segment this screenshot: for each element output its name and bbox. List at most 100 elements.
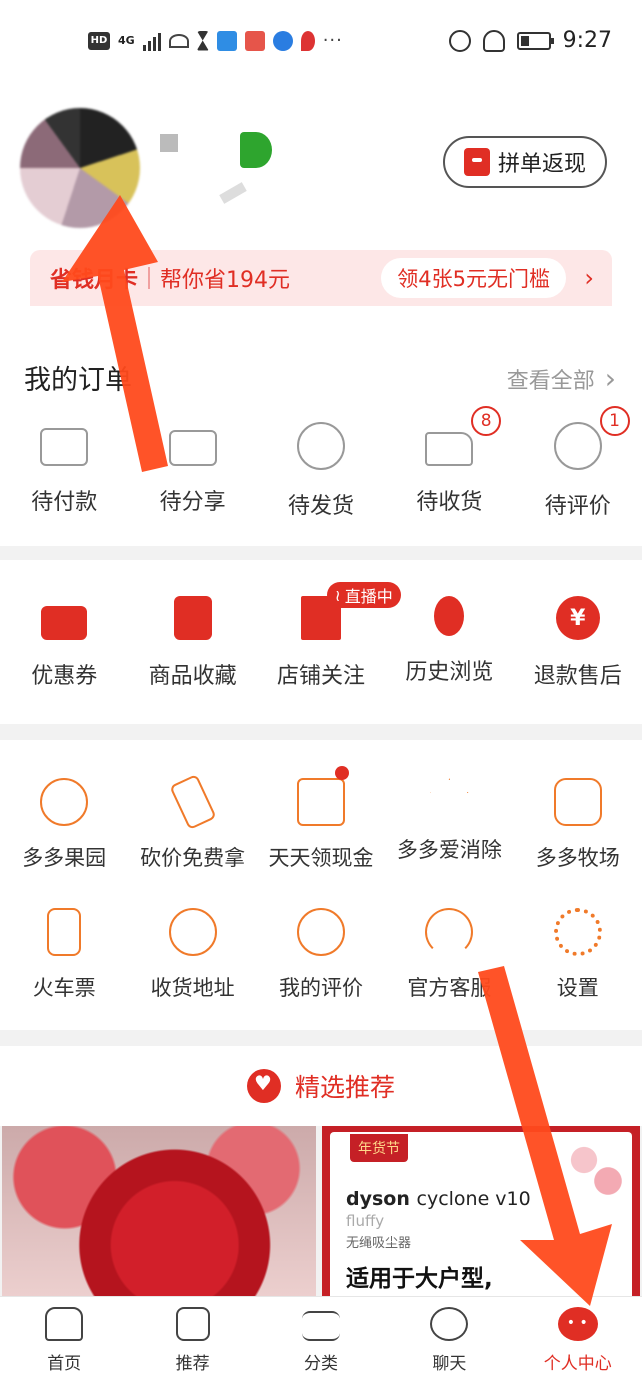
tab-label: 首页 (47, 1354, 82, 1374)
pixel-block (160, 134, 178, 152)
my-reviews-entry[interactable]: 我的评价 (257, 904, 385, 1002)
view-all-orders-link[interactable]: 查看全部 › (507, 362, 616, 395)
wallet-icon (40, 428, 89, 466)
tools-row-2: 火车票 收货地址 我的评价 官方客服 设置 (0, 904, 642, 1002)
comment-icon (296, 908, 345, 956)
tool-label: 火车票 (32, 976, 96, 1000)
product-card-strawberry[interactable] (2, 1126, 316, 1296)
product-variant: fluffy (346, 1212, 385, 1230)
service-label: 优惠券 (31, 664, 98, 689)
chevron-right-icon: › (584, 264, 594, 292)
group-refund-button[interactable]: 拼单返现 (443, 136, 607, 188)
my-orders-card: 我的订单 查看全部 › 待付款 待分享 待发货 8 待收货 1 待评价 (0, 336, 642, 546)
customer-service-entry[interactable]: 官方客服 (385, 904, 513, 1002)
cash-envelope-icon (296, 778, 345, 826)
services-row: 优惠券 商品收藏 ≀ 直播中 店铺关注 历史浏览 ¥ 退款售后 (0, 582, 642, 690)
saving-card-name: 省钱月卡 (50, 268, 139, 293)
bottom-tab-bar: 首页 推荐 分类 聊天 个人中心 (0, 1296, 642, 1374)
app-notification-icon (244, 30, 265, 51)
hourglass-icon (196, 30, 209, 51)
headset-icon (425, 908, 474, 956)
order-pending-receipt[interactable]: 8 待收货 (385, 406, 513, 520)
divider (148, 267, 151, 289)
red-envelope-icon (463, 148, 490, 176)
order-status-label: 待收货 (416, 490, 483, 515)
daily-cash-entry[interactable]: 天天领现金 (257, 766, 385, 872)
wifi-icon (168, 33, 189, 48)
tab-category[interactable]: 分类 (257, 1297, 385, 1374)
clock-time: 9:27 (562, 28, 612, 53)
username-blurred[interactable] (160, 128, 280, 208)
coupons-entry[interactable]: 优惠券 (0, 596, 128, 690)
tool-label: 多多牧场 (535, 846, 620, 870)
recommend-title: 精选推荐 (294, 1073, 395, 1102)
more-notifications-icon: ··· (322, 30, 343, 51)
match-game-entry[interactable]: 多多爱消除 (385, 774, 513, 872)
badge-icon (240, 132, 272, 168)
gear-icon (553, 908, 602, 956)
followed-stores-entry[interactable]: ≀ 直播中 店铺关注 (257, 582, 401, 690)
order-pending-shipment[interactable]: 待发货 (257, 418, 385, 520)
pixel-block (219, 182, 247, 204)
order-pending-payment[interactable]: 待付款 (0, 418, 128, 520)
saving-card-banner[interactable]: 省钱月卡 帮你省194元 领4张5元无门槛 › (30, 250, 612, 306)
profile-header: 拼单返现 省钱月卡 帮你省194元 领4张5元无门槛 › (0, 86, 642, 336)
tool-label: 多多果园 (22, 846, 107, 870)
service-label: 历史浏览 (405, 660, 494, 685)
tab-chat[interactable]: 聊天 (385, 1297, 513, 1374)
product-slogan: 适用于大户型, (346, 1266, 493, 1292)
order-status-row: 待付款 待分享 待发货 8 待收货 1 待评价 (0, 406, 642, 520)
browse-history-entry[interactable]: 历史浏览 (385, 596, 513, 690)
battery-icon (516, 31, 554, 50)
status-bar: HD 4G ··· 9:27 (0, 0, 642, 86)
refund-aftersale-entry[interactable]: ¥ 退款售后 (514, 596, 642, 690)
address-entry[interactable]: 收货地址 (128, 904, 256, 1002)
orchard-entry[interactable]: 多多果园 (0, 774, 128, 872)
tools-row-1: 多多果园 砍价免费拿 天天领现金 多多爱消除 多多牧场 (0, 766, 642, 872)
saving-card-text: 帮你省194元 (160, 268, 291, 293)
recommend-header: 精选推荐 (0, 1046, 642, 1126)
product-desc: 无绳吸尘器 (346, 1236, 412, 1251)
cow-icon (553, 778, 602, 826)
settings-entry[interactable]: 设置 (514, 904, 642, 1002)
tab-profile[interactable]: 个人中心 (514, 1297, 642, 1374)
mute-bell-icon (482, 29, 505, 52)
ranch-entry[interactable]: 多多牧场 (514, 774, 642, 872)
coupon-offer-pill[interactable]: 领4张5元无门槛 (381, 258, 566, 298)
order-count-badge: 8 (471, 406, 502, 436)
order-pending-review[interactable]: 1 待评价 (514, 406, 642, 520)
clock-icon (296, 422, 345, 470)
tool-label: 砍价免费拿 (140, 846, 246, 870)
favorites-entry[interactable]: 商品收藏 (128, 596, 256, 690)
notification-dot (334, 766, 349, 780)
tab-recommend[interactable]: 推荐 (128, 1297, 256, 1374)
bargain-entry[interactable]: 砍价免费拿 (128, 773, 256, 872)
status-left: HD 4G ··· (88, 30, 343, 51)
share-icon (168, 430, 217, 466)
order-status-label: 待分享 (159, 490, 226, 515)
tab-home[interactable]: 首页 (0, 1297, 128, 1374)
tab-label: 推荐 (175, 1354, 210, 1374)
app-notification-icon (216, 30, 237, 51)
order-status-label: 待评价 (544, 494, 611, 519)
service-label: 店铺关注 (276, 664, 365, 689)
product-card-dyson[interactable]: 年货节 dyson cyclone v10 fluffy 无绳吸尘器 适用于大户… (322, 1126, 640, 1296)
train-ticket-entry[interactable]: 火车票 (0, 904, 128, 1002)
yen-icon: ¥ (555, 596, 600, 640)
recommend-icon (175, 1307, 210, 1341)
festival-tag: 年货节 (350, 1134, 408, 1162)
train-icon (47, 908, 82, 956)
product-image: 年货节 dyson cyclone v10 fluffy 无绳吸尘器 适用于大户… (330, 1132, 632, 1296)
tool-label: 设置 (556, 976, 599, 1000)
order-pending-share[interactable]: 待分享 (128, 418, 256, 520)
tab-label: 个人中心 (543, 1354, 612, 1374)
service-label: 退款售后 (533, 664, 622, 689)
map-pin-icon (300, 30, 315, 51)
services-card: 优惠券 商品收藏 ≀ 直播中 店铺关注 历史浏览 ¥ 退款售后 (0, 560, 642, 724)
favorite-bag-icon (173, 596, 212, 640)
avatar[interactable] (20, 108, 140, 228)
chevron-right-icon: › (604, 362, 616, 395)
orders-title: 我的订单 (24, 365, 132, 396)
order-status-label: 待发货 (287, 494, 354, 519)
chat-icon (430, 1307, 469, 1341)
